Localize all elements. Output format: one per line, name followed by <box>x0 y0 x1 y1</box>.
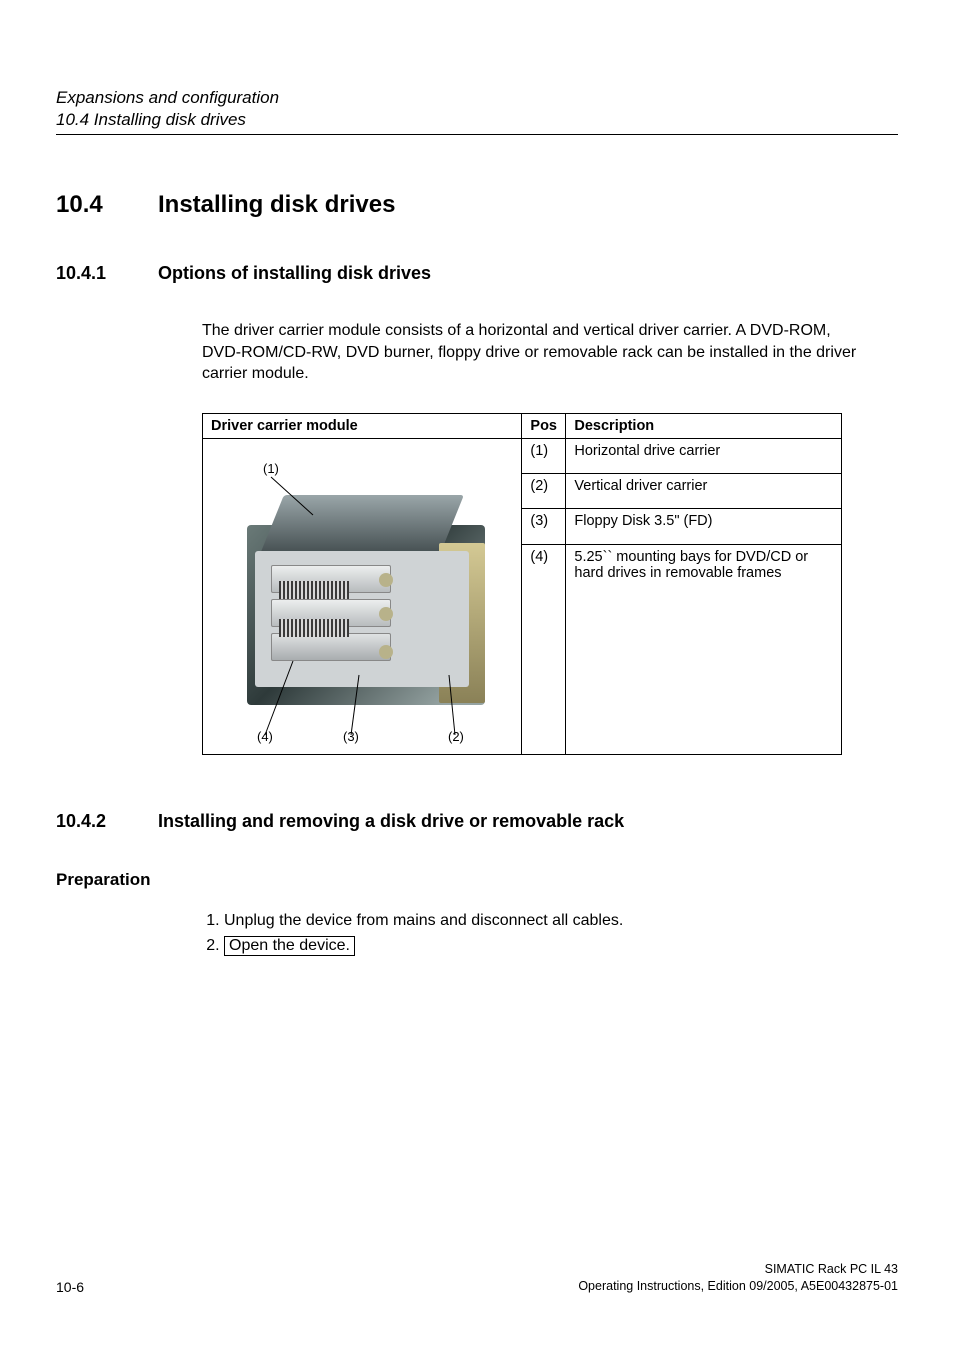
cell-desc-4: 5.25`` mounting bays for DVD/CD or hard … <box>566 544 842 754</box>
callout-4: (4) <box>257 729 273 744</box>
cell-desc-2: Vertical driver carrier <box>566 474 842 509</box>
callout-2: (2) <box>448 729 464 744</box>
footer-doc: Operating Instructions, Edition 09/2005,… <box>578 1278 898 1295</box>
cell-pos-4: (4) <box>522 544 566 754</box>
table-row: (1) <box>203 438 842 473</box>
subheading-number: 10.4.1 <box>56 263 112 284</box>
heading-preparation: Preparation <box>56 870 898 890</box>
subheading-title: Installing and removing a disk drive or … <box>158 811 624 832</box>
cell-desc-3: Floppy Disk 3.5" (FD) <box>566 509 842 544</box>
page-footer: 10-6 SIMATIC Rack PC IL 43 Operating Ins… <box>56 1261 898 1295</box>
running-head-section: 10.4 Installing disk drives <box>56 110 898 130</box>
heading-10-4-1: 10.4.1 Options of installing disk drives <box>56 263 898 284</box>
step-1: Unplug the device from mains and disconn… <box>224 912 898 930</box>
table-header-row: Driver carrier module Pos Description <box>203 413 842 438</box>
running-head: Expansions and configuration 10.4 Instal… <box>56 88 898 135</box>
paragraph-intro: The driver carrier module consists of a … <box>202 320 862 385</box>
document-page: Expansions and configuration 10.4 Instal… <box>0 0 954 1351</box>
running-head-chapter: Expansions and configuration <box>56 88 898 108</box>
th-module: Driver carrier module <box>203 413 522 438</box>
footer-doc-info: SIMATIC Rack PC IL 43 Operating Instruct… <box>578 1261 898 1295</box>
th-pos: Pos <box>522 413 566 438</box>
subheading-number: 10.4.2 <box>56 811 112 832</box>
footer-product: SIMATIC Rack PC IL 43 <box>578 1261 898 1278</box>
heading-10-4: 10.4 Installing disk drives <box>56 191 898 219</box>
running-head-rule <box>56 134 898 135</box>
cell-pos-1: (1) <box>522 438 566 473</box>
heading-10-4-2: 10.4.2 Installing and removing a disk dr… <box>56 811 898 832</box>
cell-pos-2: (2) <box>522 474 566 509</box>
cell-desc-1: Horizontal drive carrier <box>566 438 842 473</box>
preparation-steps: Unplug the device from mains and disconn… <box>202 912 898 956</box>
heading-title: Installing disk drives <box>158 191 395 219</box>
cell-pos-3: (3) <box>522 509 566 544</box>
table-driver-carrier: Driver carrier module Pos Description (1… <box>202 413 898 755</box>
callout-3: (3) <box>343 729 359 744</box>
heading-number: 10.4 <box>56 191 104 219</box>
module-image-cell: (1) <box>203 438 522 754</box>
step-2: Open the device. <box>224 936 898 956</box>
subheading-title: Options of installing disk drives <box>158 263 431 284</box>
leader-lines <box>203 439 523 759</box>
page-number: 10-6 <box>56 1279 84 1295</box>
th-desc: Description <box>566 413 842 438</box>
open-device-link[interactable]: Open the device. <box>224 936 355 956</box>
